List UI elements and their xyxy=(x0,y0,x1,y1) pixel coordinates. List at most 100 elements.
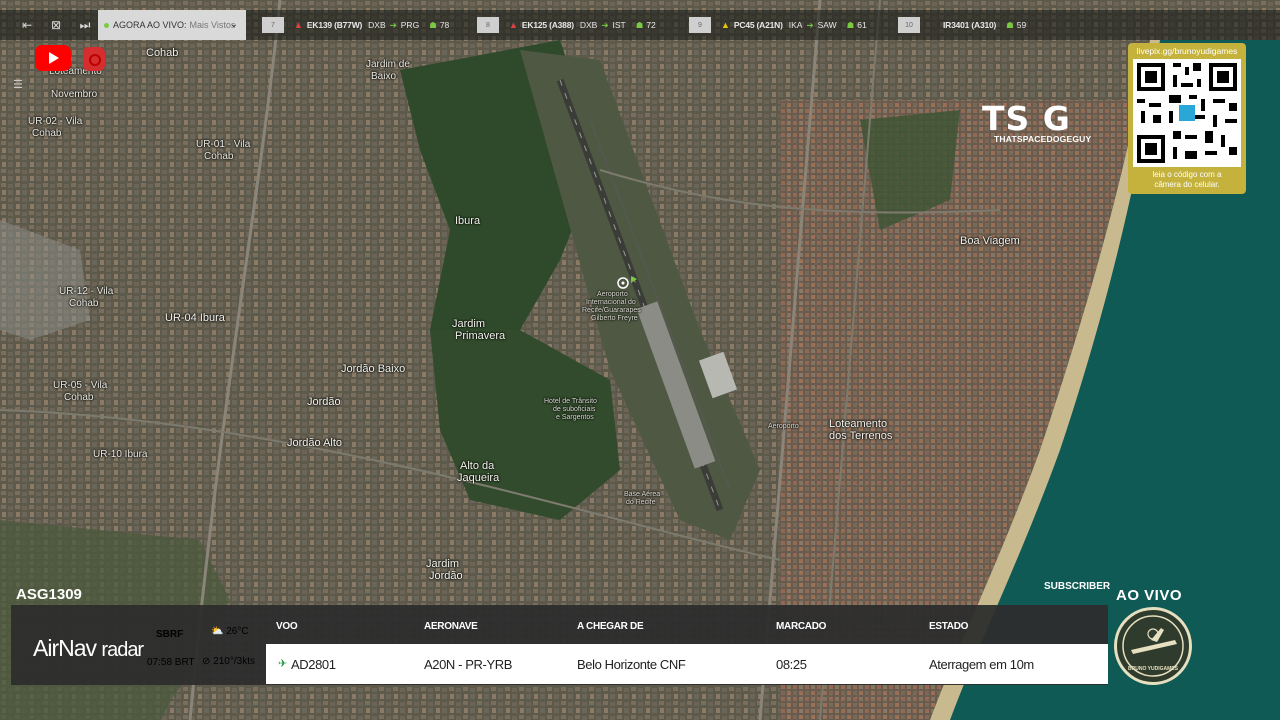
next-icon[interactable]: ⏭ xyxy=(71,11,99,39)
live-dot-icon xyxy=(104,22,109,28)
top-ticker-bar: ⇤ ⊠ ⏭ AGORA AO VIVO: Mais Vistos ⌄ 7 ▲ E… xyxy=(0,10,1280,40)
map-label: Novembro xyxy=(51,89,98,100)
map-label: UR-05 - Vila xyxy=(53,380,108,391)
map-label: Jaqueira xyxy=(457,472,500,484)
ticker-count: 72 xyxy=(646,20,656,30)
map-label: Aeroporto xyxy=(597,291,628,298)
flight-row[interactable]: ✈ AD2801 A20N - PR-YRB Belo Horizonte CN… xyxy=(266,644,1108,684)
map-label: Ibura xyxy=(455,215,481,227)
map-label: e Sargentos xyxy=(556,414,594,421)
ticker-item[interactable]: 10 IR3401 (A310) ☗ 59 xyxy=(898,16,1026,34)
ticker-flight: IR3401 (A310) xyxy=(943,20,997,30)
fullscreen-icon[interactable]: ⊠ xyxy=(42,11,70,39)
qr-caption-line: câmera do celular. xyxy=(1154,180,1220,189)
tsg-logo: TS G THATSPACEDOGEGUY xyxy=(982,102,1108,148)
subscriber-label: SUBSCRIBER xyxy=(1044,581,1111,592)
column-header-scheduled: MARCADO xyxy=(776,621,827,632)
ticker-destination: PRG xyxy=(400,20,420,30)
arrow-right-icon: ➔ xyxy=(389,19,397,30)
callsign-title: ASG1309 xyxy=(16,586,82,603)
ticker-item[interactable]: 8 ▲ EK125 (A388) DXB ➔ IST ☗ 72 xyxy=(477,16,656,34)
map-label: do Recife xyxy=(626,499,656,506)
ticker-destination: SAW xyxy=(817,20,837,30)
arrow-right-icon: ➔ xyxy=(806,19,814,30)
airline-icon: ✈ xyxy=(278,658,287,670)
plane-icon: ▲ xyxy=(509,20,518,30)
ticker-count: 78 xyxy=(439,20,450,30)
tsg-logo-subtitle: THATSPACEDOGEGUY xyxy=(994,134,1092,144)
aircraft-type: A20N - PR-YRB xyxy=(424,657,512,672)
map-label: Jordão Baixo xyxy=(341,363,406,375)
map-label: dos Terrenos xyxy=(829,430,893,442)
ticker-count: 61 xyxy=(857,20,867,30)
viewers-icon: ☗ xyxy=(429,19,437,30)
map-label: Jardim xyxy=(426,558,460,570)
map-label: Internacional do xyxy=(586,299,636,306)
map-label: Jardim xyxy=(452,318,486,330)
origin-city: Belo Horizonte CNF xyxy=(577,657,686,672)
instagram-icon[interactable] xyxy=(83,47,105,71)
badge-text: BRUNO YUDIGAMES xyxy=(1128,666,1178,672)
collapse-panel-icon[interactable]: ⇤ xyxy=(13,11,41,39)
ticker-flight: EK125 (A388) xyxy=(521,20,574,30)
map-label: Gilberto Freyre xyxy=(591,315,638,322)
wind-icon: ⊘ xyxy=(202,656,211,667)
map-label: Baixo xyxy=(371,71,397,82)
arrow-right-icon: ➔ xyxy=(601,19,609,30)
temperature: ⛅ 26°C xyxy=(211,626,249,637)
map-label: de suboficiais xyxy=(553,406,596,413)
qr-url: livepix.gg/brunoyudigames xyxy=(1136,46,1238,56)
youtube-icon[interactable] xyxy=(35,45,71,71)
brand-main: AirNav xyxy=(33,635,97,661)
ticker-item[interactable]: 7 ▲ EK139 (B77W) DXB ➔ PRG ☗ 78 xyxy=(262,16,449,34)
map-label: UR-01 - Vila xyxy=(196,139,251,150)
ao-vivo-label: AO VIVO xyxy=(1116,587,1183,604)
list-icon[interactable]: ☰ xyxy=(13,78,29,92)
airport-code: SBRF xyxy=(156,629,184,640)
ticker-rank: 10 xyxy=(898,17,920,33)
map-label: Aeroporto xyxy=(768,423,799,430)
qr-code-card: livepix.gg/brunoyudigames leia o código … xyxy=(1128,43,1246,194)
ticker-rank: 9 xyxy=(689,17,711,33)
map-label: Cohab xyxy=(32,128,62,139)
ticker-flight: EK139 (B77W) xyxy=(306,20,363,30)
map-label: Recife/Guararapes xyxy=(582,307,641,314)
tsg-logo-text: TS G xyxy=(982,99,1071,138)
ticker-count: 59 xyxy=(1016,20,1027,30)
ticker-rank: 7 xyxy=(262,17,284,33)
column-header-status: ESTADO xyxy=(929,621,969,632)
ticker-origin: IKA xyxy=(788,20,803,30)
ticker-destination: IST xyxy=(612,20,626,30)
map-label: Cohab xyxy=(146,47,179,59)
map-label: Cohab xyxy=(64,392,94,403)
column-header-origin: A CHEGAR DE xyxy=(577,621,644,632)
flight-status: Aterragem em 10m xyxy=(929,657,1034,672)
map-label: UR-12 - Vila xyxy=(59,286,114,297)
viewers-icon: ☗ xyxy=(1006,19,1014,30)
column-header-flight: VOO xyxy=(276,621,298,632)
ticker-flight: PC45 (A21N) xyxy=(733,20,783,30)
map-label: Boa Viagem xyxy=(960,235,1020,247)
map-label: Jordão xyxy=(307,396,341,408)
scheduled-time: 08:25 xyxy=(776,657,807,672)
wind: ⊘ 210°/3kts xyxy=(202,656,255,667)
ticker-item[interactable]: 9 ▲ PC45 (A21N) IKA ➔ SAW ☗ 61 xyxy=(689,16,867,34)
flight-info-panel: AirNav radar SBRF ⛅ 26°C 07:58 BRT ⊘ 210… xyxy=(11,605,1108,685)
chevron-down-icon: ⌄ xyxy=(229,19,238,30)
weather-icon: ⛅ xyxy=(211,626,224,637)
channel-badge: BRUNO YUDIGAMES xyxy=(1114,607,1192,685)
viewers-icon: ☗ xyxy=(846,19,855,30)
map-label: Loteamento xyxy=(829,418,888,430)
temperature-value: 26°C xyxy=(226,626,249,637)
brand-sub: radar xyxy=(101,639,144,661)
qr-caption: leia o código com a câmera do celular. xyxy=(1128,170,1246,190)
map-label: UR-02 - Vila xyxy=(28,116,83,127)
live-now-dropdown[interactable]: AGORA AO VIVO: Mais Vistos ⌄ xyxy=(98,10,246,40)
local-time: 07:58 BRT xyxy=(147,657,195,668)
map-label: Hotel de Trânsito xyxy=(544,398,597,405)
flight-number: AD2801 xyxy=(291,657,336,672)
wind-value: 210°/3kts xyxy=(213,656,255,667)
stream-overlay: Cohab Loteamento Novembro Jardim de Baix… xyxy=(0,0,1280,720)
live-sub-label: Mais Vistos xyxy=(189,20,236,30)
qr-caption-line: leia o código com a xyxy=(1152,170,1222,179)
